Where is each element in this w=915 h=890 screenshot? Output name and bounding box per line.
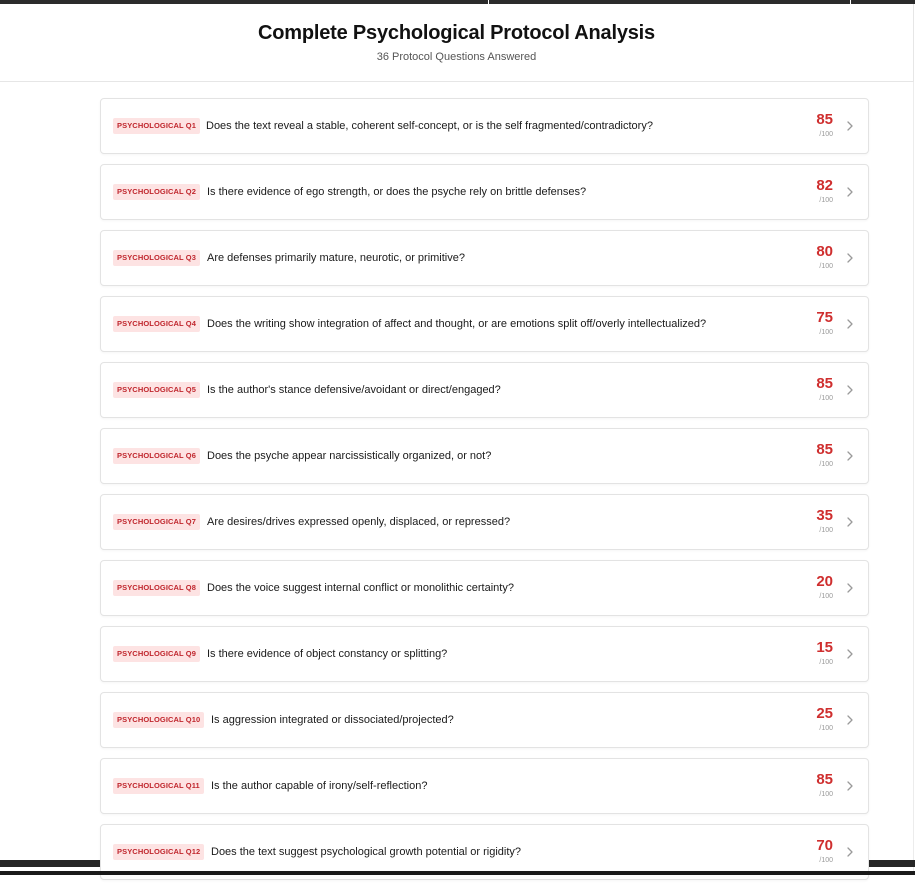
chevron-right-icon[interactable]: [845, 383, 855, 397]
question-text: Are desires/drives expressed openly, dis…: [207, 516, 511, 528]
score-max: /100: [819, 659, 833, 666]
chevron-right-icon[interactable]: [845, 779, 855, 793]
chevron-right-icon[interactable]: [845, 713, 855, 727]
question-text: Is the author's stance defensive/avoidan…: [207, 384, 501, 396]
question-card[interactable]: PSYCHOLOGICAL Q11 Is the author capable o…: [100, 758, 869, 814]
question-text: Does the text reveal a stable, coherent …: [206, 120, 653, 132]
question-tag: PSYCHOLOGICAL Q6: [113, 448, 200, 464]
question-tag: PSYCHOLOGICAL Q5: [113, 382, 200, 398]
score-value: 85: [816, 771, 833, 788]
bottom-bar: [0, 860, 915, 875]
chevron-right-icon[interactable]: [845, 251, 855, 265]
score-value: 85: [816, 111, 833, 128]
score-max: /100: [819, 197, 833, 204]
question-text: Is there evidence of ego strength, or do…: [207, 186, 587, 198]
question-tag: PSYCHOLOGICAL Q3: [113, 250, 200, 266]
question-card[interactable]: PSYCHOLOGICAL Q7 Are desires/drives expre…: [100, 494, 869, 550]
question-card[interactable]: PSYCHOLOGICAL Q10 Is aggression integrate…: [100, 692, 869, 748]
question-tag: PSYCHOLOGICAL Q10: [113, 712, 205, 728]
chevron-right-icon[interactable]: [845, 515, 855, 529]
score-max: /100: [819, 131, 833, 138]
question-card[interactable]: PSYCHOLOGICAL Q4 Does the writing show in…: [100, 296, 869, 352]
question-tag: PSYCHOLOGICAL Q11: [113, 778, 204, 794]
question-tag: PSYCHOLOGICAL Q4: [113, 316, 200, 332]
question-tag: PSYCHOLOGICAL Q7: [113, 514, 200, 530]
question-text: Does the text suggest psychological grow…: [211, 846, 522, 858]
chevron-right-icon[interactable]: [845, 845, 855, 859]
chevron-right-icon[interactable]: [845, 647, 855, 661]
question-text: Does the psyche appear narcissistically …: [207, 450, 492, 462]
chevron-right-icon[interactable]: [845, 581, 855, 595]
score-max: /100: [819, 725, 833, 732]
chevron-right-icon[interactable]: [845, 119, 855, 133]
chevron-right-icon[interactable]: [845, 449, 855, 463]
question-card[interactable]: PSYCHOLOGICAL Q6 Does the psyche appear n…: [100, 428, 869, 484]
question-text: Is there evidence of object constancy or…: [207, 648, 448, 660]
question-text: Does the writing show integration of aff…: [207, 318, 707, 330]
question-card[interactable]: PSYCHOLOGICAL Q3 Are defenses primarily m…: [100, 230, 869, 286]
score-max: /100: [819, 791, 833, 798]
question-tag: PSYCHOLOGICAL Q12: [113, 844, 205, 860]
question-card[interactable]: PSYCHOLOGICAL Q9 Is there evidence of obj…: [100, 626, 869, 682]
score-max: /100: [819, 395, 833, 402]
score-max: /100: [819, 329, 833, 336]
score-max: /100: [819, 593, 833, 600]
score-max: /100: [819, 263, 833, 270]
score-value: 25: [816, 705, 833, 722]
bottom-bar-right: [869, 860, 915, 867]
page-title: Complete Psychological Protocol Analysis: [258, 22, 655, 44]
page-header: Complete Psychological Protocol Analysis…: [0, 4, 914, 82]
chevron-right-icon[interactable]: [845, 317, 855, 331]
score-value: 20: [816, 573, 833, 590]
score-value: 75: [816, 309, 833, 326]
bottom-bar-base: [0, 871, 915, 875]
score-value: 85: [816, 375, 833, 392]
question-tag: PSYCHOLOGICAL Q9: [113, 646, 200, 662]
question-text: Is aggression integrated or dissociated/…: [211, 714, 454, 726]
question-tag: PSYCHOLOGICAL Q1: [113, 118, 200, 134]
question-text: Is the author capable of irony/self-refl…: [211, 780, 428, 792]
score-max: /100: [819, 527, 833, 534]
score-value: 85: [816, 441, 833, 458]
question-tag: PSYCHOLOGICAL Q8: [113, 580, 200, 596]
score-value: 70: [816, 837, 833, 854]
page-subtitle: 36 Protocol Questions Answered: [376, 51, 537, 63]
question-list: PSYCHOLOGICAL Q1 Does the text reveal a s…: [100, 98, 869, 890]
question-text: Are defenses primarily mature, neurotic,…: [207, 252, 465, 264]
score-value: 82: [816, 177, 833, 194]
bottom-bar-left: [0, 860, 100, 867]
question-tag: PSYCHOLOGICAL Q2: [113, 184, 200, 200]
score-value: 35: [816, 507, 833, 524]
score-max: /100: [819, 461, 833, 468]
question-text: Does the voice suggest internal conflict…: [207, 582, 514, 594]
score-value: 15: [816, 639, 833, 656]
score-value: 80: [816, 243, 833, 260]
right-divider: [913, 82, 914, 875]
question-card[interactable]: PSYCHOLOGICAL Q8 Does the voice suggest i…: [100, 560, 869, 616]
chevron-right-icon[interactable]: [845, 185, 855, 199]
question-card[interactable]: PSYCHOLOGICAL Q1 Does the text reveal a s…: [100, 98, 869, 154]
question-card[interactable]: PSYCHOLOGICAL Q5 Is the author's stance d…: [100, 362, 869, 418]
question-card[interactable]: PSYCHOLOGICAL Q2 Is there evidence of ego…: [100, 164, 869, 220]
